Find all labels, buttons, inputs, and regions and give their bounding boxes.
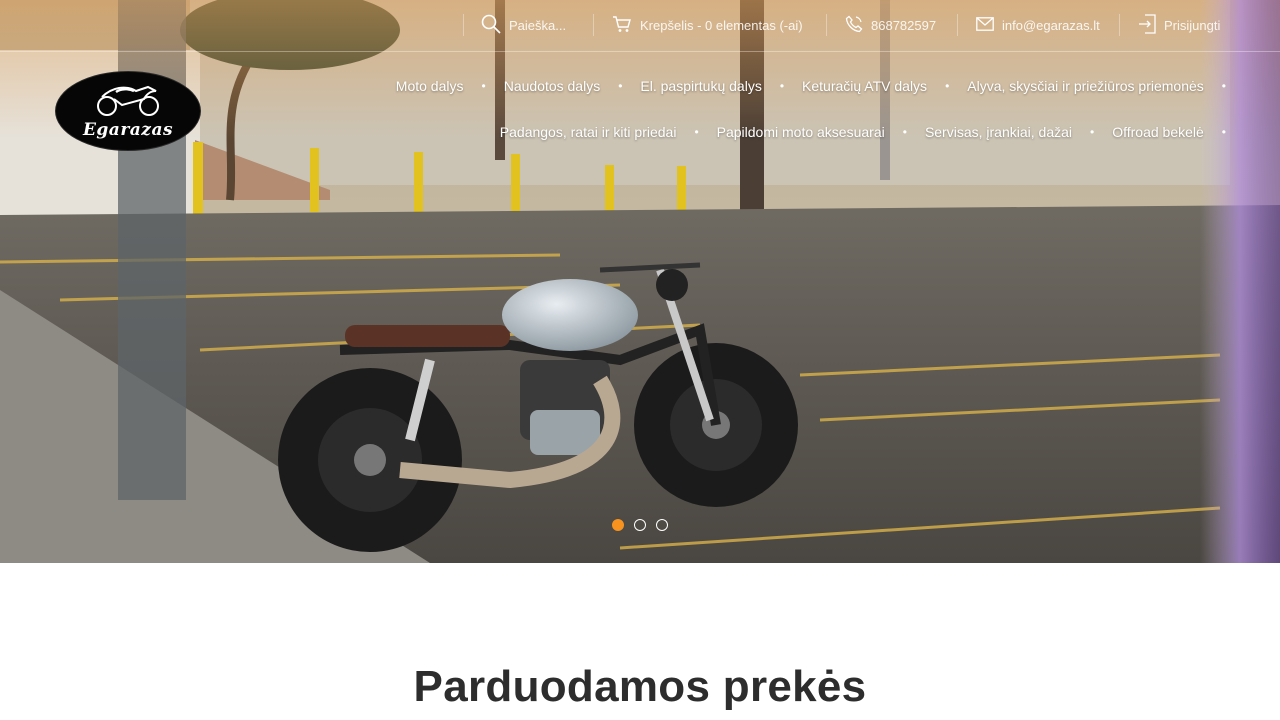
logo-text: Egarazas <box>82 119 174 140</box>
top-utility-bar: Paieška... Krepšelis - 0 elementas (-ai)… <box>0 0 1280 52</box>
nav-item-servisas-irankiai[interactable]: Servisas, įrankiai, dažai <box>925 124 1072 140</box>
slider-dot-2[interactable] <box>634 519 646 531</box>
nav-item-papildomi-aksesuarai[interactable]: Papildomi moto aksesuarai <box>717 124 885 140</box>
nav-item-padangos-ratai[interactable]: Padangos, ratai ir kiti priedai <box>500 124 677 140</box>
search-label: Paieška... <box>509 17 567 33</box>
nav-item-moto-dalys[interactable]: Moto dalys <box>396 78 464 94</box>
login-link[interactable]: Prisijungti <box>1138 13 1221 37</box>
site-logo[interactable]: Egarazas <box>55 71 201 151</box>
nav-separator: • <box>618 79 623 93</box>
login-icon <box>1138 13 1156 37</box>
slider-pagination <box>612 519 668 531</box>
nav-separator: • <box>1090 125 1095 139</box>
slider-dot-1[interactable] <box>612 519 624 531</box>
nav-separator: • <box>1221 79 1226 93</box>
nav-item-naudotos-dalys[interactable]: Naudotos dalys <box>504 78 601 94</box>
slider-dot-3[interactable] <box>656 519 668 531</box>
divider <box>463 14 464 36</box>
nav-separator: • <box>481 79 486 93</box>
divider <box>1119 14 1120 36</box>
phone-number: 868782597 <box>871 17 937 33</box>
nav-separator: • <box>779 79 785 93</box>
main-nav-row-1: Moto dalys • Naudotos dalys • El. paspir… <box>396 74 1226 98</box>
phone-icon <box>845 15 863 36</box>
main-nav-row-2: Padangos, ratai ir kiti priedai • Papild… <box>500 120 1226 144</box>
login-label: Prisijungti <box>1164 17 1221 33</box>
nav-separator: • <box>945 79 950 93</box>
cart-label: Krepšelis - 0 elementas (-ai) <box>640 17 803 33</box>
nav-item-offroad-bekele[interactable]: Offroad bekelė <box>1112 124 1204 140</box>
nav-item-el-paspirtuku-dalys[interactable]: El. paspirtukų dalys <box>640 78 761 94</box>
cart-link[interactable]: Krepšelis - 0 elementas (-ai) <box>612 14 803 36</box>
section-title: Parduodamos prekės <box>413 662 867 711</box>
divider <box>957 14 958 36</box>
phone-link[interactable]: 868782597 <box>845 14 936 36</box>
mail-icon <box>976 16 994 34</box>
nav-separator: • <box>1221 125 1226 139</box>
email-address: info@egarazas.lt <box>1002 17 1100 33</box>
divider <box>593 14 594 36</box>
divider <box>826 14 827 36</box>
nav-separator: • <box>694 125 699 139</box>
nav-separator: • <box>902 125 907 139</box>
nav-item-alyva-skysciai[interactable]: Alyva, skysčiai ir priežiūros priemonės <box>967 78 1204 94</box>
email-link[interactable]: info@egarazas.lt <box>976 14 1100 36</box>
nav-item-keturaciu-atv-dalys[interactable]: Keturačių ATV dalys <box>802 78 927 94</box>
hero-banner: Paieška... Krepšelis - 0 elementas (-ai)… <box>0 0 1280 563</box>
search-button[interactable]: Paieška... <box>481 14 566 36</box>
cart-icon <box>612 14 632 37</box>
motorcycle-logo-icon <box>92 83 164 122</box>
search-icon <box>481 14 501 37</box>
